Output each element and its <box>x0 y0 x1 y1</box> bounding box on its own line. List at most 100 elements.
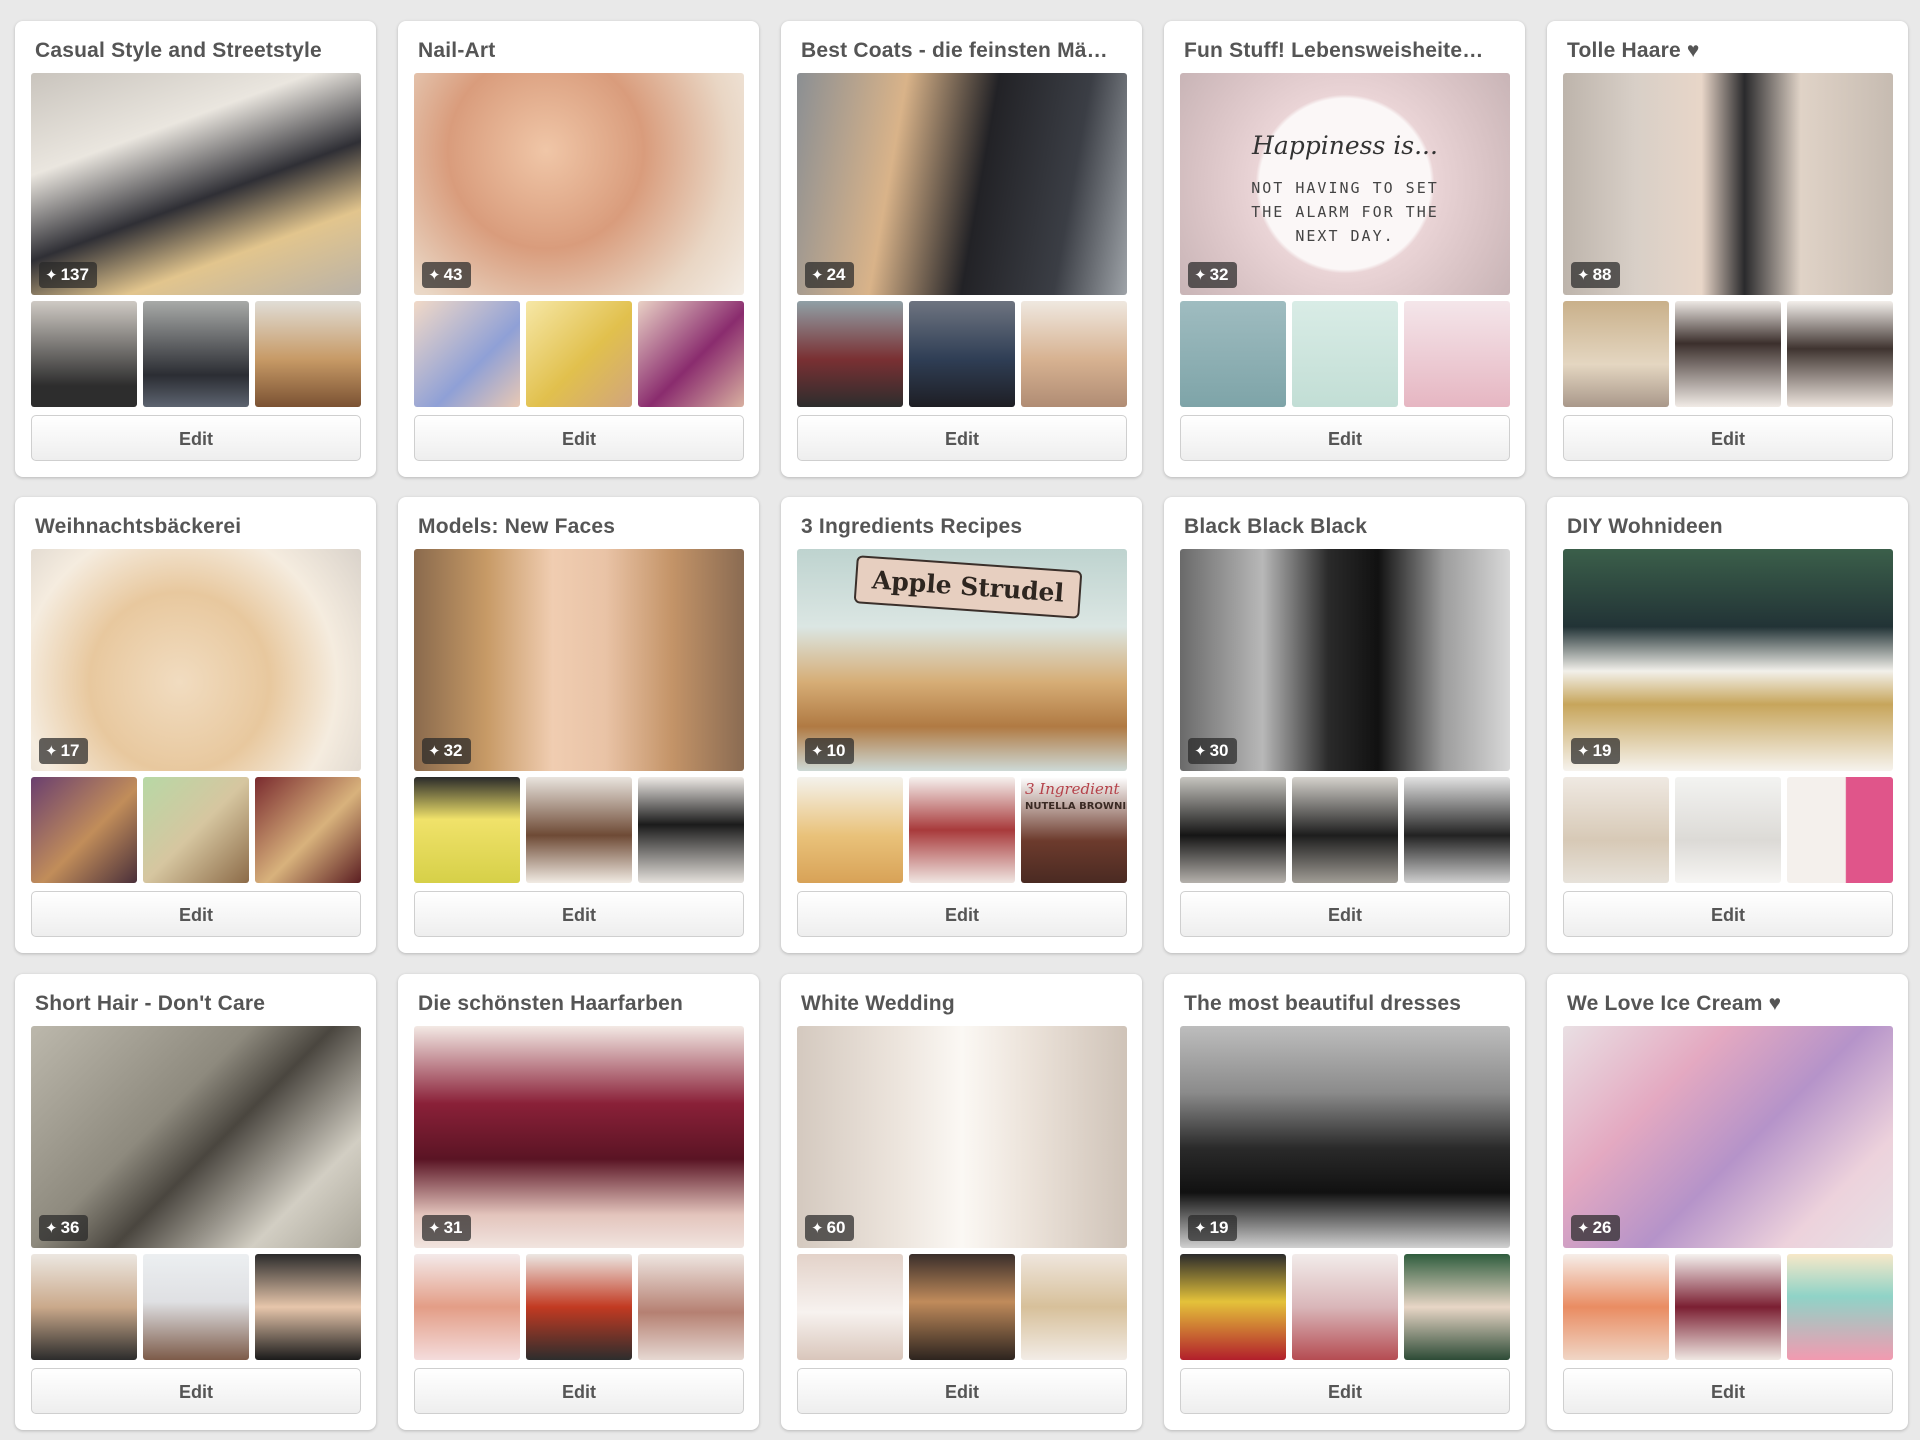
board-thumbnail[interactable] <box>1563 777 1669 883</box>
board-card[interactable]: Short Hair - Don't Care ✦ 36 Edit <box>15 974 376 1430</box>
board-title[interactable]: Best Coats - die feinsten Mä… <box>801 36 1126 66</box>
board-thumbnail[interactable] <box>31 777 137 883</box>
board-title[interactable]: Black Black Black <box>1184 512 1509 542</box>
board-thumbnail[interactable]: 3 Ingredient NUTELLA BROWNIES <box>1021 777 1127 883</box>
board-thumbnail[interactable] <box>1675 301 1781 407</box>
board-title[interactable]: White Wedding <box>801 989 1126 1019</box>
board-cover-image[interactable]: ✦ 137 <box>31 73 361 295</box>
board-title[interactable]: Die schönsten Haarfarben <box>418 989 743 1019</box>
board-thumbnail[interactable] <box>526 777 632 883</box>
board-cover-image[interactable]: ✦ 26 <box>1563 1026 1893 1248</box>
board-thumbnail[interactable] <box>797 777 903 883</box>
board-thumbnail[interactable] <box>143 1254 249 1360</box>
board-thumbnail[interactable] <box>143 301 249 407</box>
edit-board-button[interactable]: Edit <box>797 1368 1127 1414</box>
board-thumbnail[interactable] <box>31 1254 137 1360</box>
board-title[interactable]: We Love Ice Cream ♥ <box>1567 989 1892 1019</box>
edit-board-button[interactable]: Edit <box>797 415 1127 461</box>
board-card[interactable]: DIY Wohnideen ✦ 19 Edit <box>1547 497 1908 953</box>
board-thumbnail[interactable] <box>414 1254 520 1360</box>
edit-board-button[interactable]: Edit <box>1563 415 1893 461</box>
board-thumbnail[interactable] <box>638 777 744 883</box>
board-cover-image[interactable]: ✦ 60 <box>797 1026 1127 1248</box>
board-thumbnail[interactable] <box>1404 301 1510 407</box>
board-thumbnail[interactable] <box>1292 777 1398 883</box>
board-thumbnail[interactable] <box>797 301 903 407</box>
board-card[interactable]: White Wedding ✦ 60 Edit <box>781 974 1142 1430</box>
edit-board-button[interactable]: Edit <box>31 415 361 461</box>
board-thumbnail[interactable] <box>1675 1254 1781 1360</box>
board-cover-image[interactable]: ✦ 32 <box>414 549 744 771</box>
board-thumbnail[interactable] <box>1404 1254 1510 1360</box>
board-cover-image[interactable]: ✦ 31 <box>414 1026 744 1248</box>
board-thumbnail[interactable] <box>909 301 1015 407</box>
edit-board-button[interactable]: Edit <box>797 891 1127 937</box>
board-card[interactable]: Weihnachtsbäckerei ✦ 17 Edit <box>15 497 376 953</box>
board-thumbnail[interactable] <box>526 1254 632 1360</box>
edit-board-button[interactable]: Edit <box>414 415 744 461</box>
board-thumbnail[interactable] <box>255 777 361 883</box>
board-thumbnail[interactable] <box>1021 1254 1127 1360</box>
board-title[interactable]: DIY Wohnideen <box>1567 512 1892 542</box>
board-cover-image[interactable]: ✦ 43 <box>414 73 744 295</box>
board-card[interactable]: Best Coats - die feinsten Mä… ✦ 24 Edit <box>781 21 1142 477</box>
board-title[interactable]: Short Hair - Don't Care <box>35 989 360 1019</box>
board-cover-image[interactable]: ✦ 19 <box>1563 549 1893 771</box>
board-title[interactable]: Casual Style and Streetstyle <box>35 36 360 66</box>
board-card[interactable]: 3 Ingredients Recipes Apple Strudel ✦ 10 3 I… <box>781 497 1142 953</box>
board-thumbnail[interactable] <box>526 301 632 407</box>
edit-board-button[interactable]: Edit <box>1180 1368 1510 1414</box>
board-thumbnail[interactable] <box>414 301 520 407</box>
board-card[interactable]: Tolle Haare ♥ ✦ 88 Edit <box>1547 21 1908 477</box>
board-cover-image[interactable]: ✦ 30 <box>1180 549 1510 771</box>
board-card[interactable]: We Love Ice Cream ♥ ✦ 26 Edit <box>1547 974 1908 1430</box>
board-thumbnail[interactable] <box>909 1254 1015 1360</box>
board-cover-image[interactable]: Apple Strudel ✦ 10 <box>797 549 1127 771</box>
board-cover-image[interactable]: ✦ 36 <box>31 1026 361 1248</box>
board-thumbnail[interactable] <box>1787 301 1893 407</box>
edit-board-button[interactable]: Edit <box>1563 891 1893 937</box>
board-title[interactable]: Fun Stuff! Lebensweisheite… <box>1184 36 1509 66</box>
board-title[interactable]: The most beautiful dresses <box>1184 989 1509 1019</box>
board-title[interactable]: Nail-Art <box>418 36 743 66</box>
board-thumbnail[interactable] <box>909 777 1015 883</box>
board-thumbnail[interactable] <box>255 1254 361 1360</box>
board-card[interactable]: Die schönsten Haarfarben ✦ 31 Edit <box>398 974 759 1430</box>
edit-board-button[interactable]: Edit <box>1180 891 1510 937</box>
board-thumbnail[interactable] <box>1180 777 1286 883</box>
board-thumbnail[interactable] <box>1292 1254 1398 1360</box>
board-thumbnail[interactable] <box>1675 777 1781 883</box>
board-thumbnail[interactable] <box>797 1254 903 1360</box>
board-card[interactable]: Models: New Faces ✦ 32 Edit <box>398 497 759 953</box>
board-thumbnail[interactable] <box>1787 777 1893 883</box>
board-thumbnail[interactable] <box>1563 1254 1669 1360</box>
board-cover-image[interactable]: ✦ 24 <box>797 73 1127 295</box>
board-cover-image[interactable]: ✦ 17 <box>31 549 361 771</box>
board-card[interactable]: Black Black Black ✦ 30 Edit <box>1164 497 1525 953</box>
board-thumbnail[interactable] <box>1292 301 1398 407</box>
board-thumbnail[interactable] <box>31 301 137 407</box>
board-cover-image[interactable]: Happiness is... NOT HAVING TO SET THE ALAR… <box>1180 73 1510 295</box>
edit-board-button[interactable]: Edit <box>31 1368 361 1414</box>
board-thumbnail[interactable] <box>1563 301 1669 407</box>
edit-board-button[interactable]: Edit <box>414 891 744 937</box>
board-title[interactable]: 3 Ingredients Recipes <box>801 512 1126 542</box>
board-cover-image[interactable]: ✦ 19 <box>1180 1026 1510 1248</box>
board-card[interactable]: Fun Stuff! Lebensweisheite… Happiness is.… <box>1164 21 1525 477</box>
board-title[interactable]: Tolle Haare ♥ <box>1567 36 1892 66</box>
board-thumbnail[interactable] <box>638 1254 744 1360</box>
edit-board-button[interactable]: Edit <box>1180 415 1510 461</box>
board-card[interactable]: Casual Style and Streetstyle ✦ 137 Edit <box>15 21 376 477</box>
board-thumbnail[interactable] <box>255 301 361 407</box>
board-thumbnail[interactable] <box>1180 1254 1286 1360</box>
board-thumbnail[interactable] <box>1180 301 1286 407</box>
board-card[interactable]: The most beautiful dresses ✦ 19 Edit <box>1164 974 1525 1430</box>
board-title[interactable]: Weihnachtsbäckerei <box>35 512 360 542</box>
board-thumbnail[interactable] <box>1787 1254 1893 1360</box>
board-thumbnail[interactable] <box>143 777 249 883</box>
board-thumbnail[interactable] <box>1021 301 1127 407</box>
edit-board-button[interactable]: Edit <box>414 1368 744 1414</box>
board-thumbnail[interactable] <box>1404 777 1510 883</box>
board-cover-image[interactable]: ✦ 88 <box>1563 73 1893 295</box>
edit-board-button[interactable]: Edit <box>1563 1368 1893 1414</box>
